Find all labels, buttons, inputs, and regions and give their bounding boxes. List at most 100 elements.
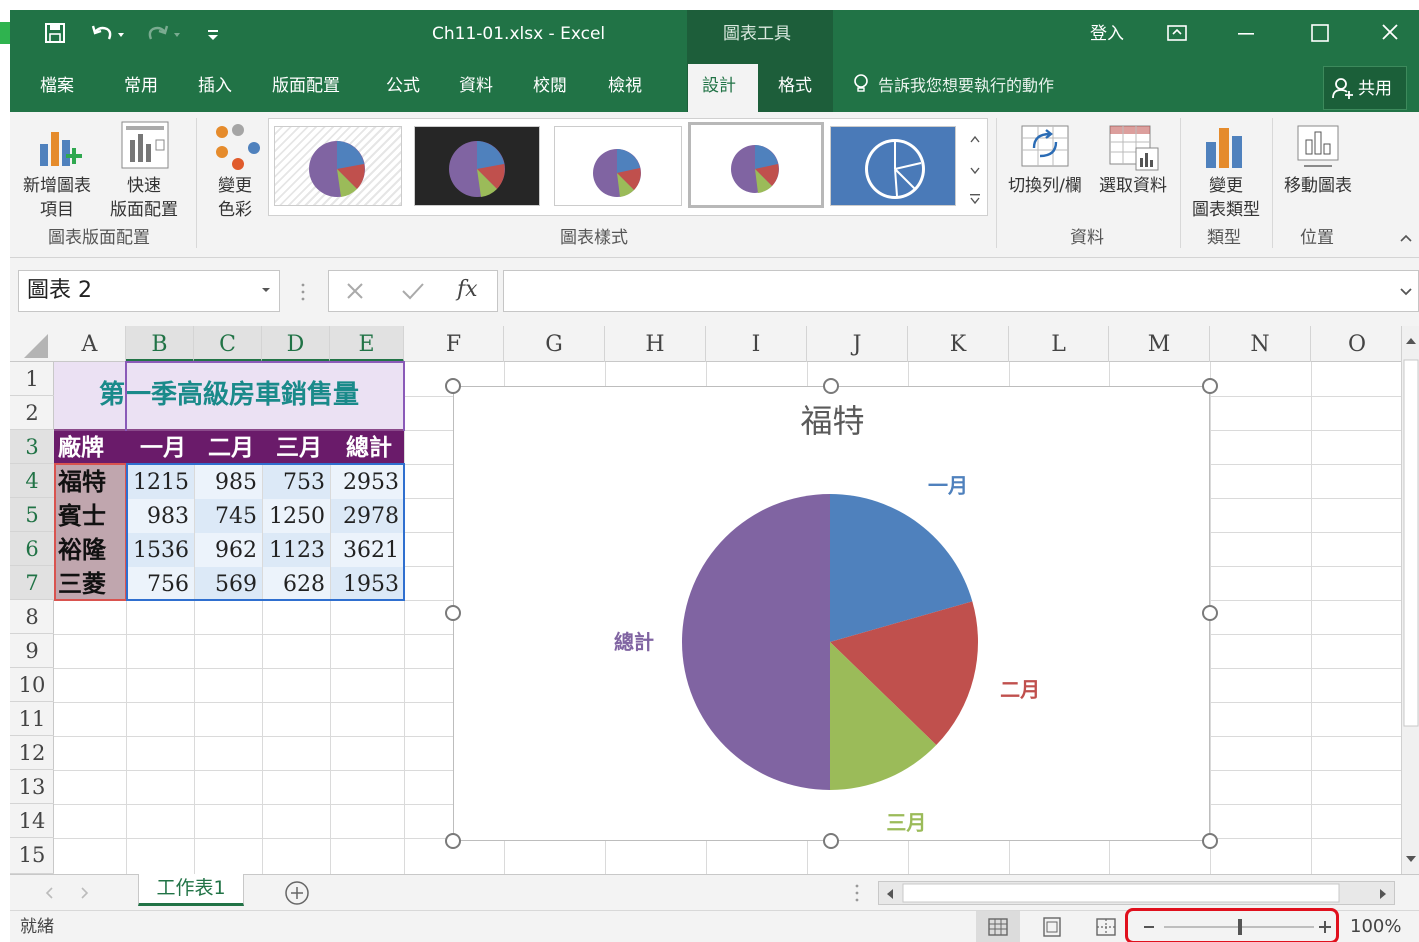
row-header-7[interactable]: 7	[10, 566, 54, 600]
normal-view-button[interactable]	[976, 911, 1020, 942]
sheet-tab[interactable]: 工作表1	[138, 874, 244, 906]
resize-handle[interactable]	[1202, 378, 1218, 394]
vertical-scrollbar[interactable]	[1401, 326, 1419, 874]
name-box[interactable]: 圖表 2	[18, 270, 280, 312]
save-icon[interactable]	[44, 22, 66, 50]
column-header-g[interactable]: G	[504, 326, 605, 362]
horizontal-scrollbar[interactable]	[878, 881, 1395, 905]
splitter-grip-icon[interactable]	[854, 883, 860, 907]
column-header-n[interactable]: N	[1210, 326, 1311, 362]
column-header-j[interactable]: J	[807, 326, 908, 362]
chart-style-3[interactable]	[554, 126, 682, 206]
expand-formula-icon[interactable]	[1398, 283, 1414, 303]
row-header-8[interactable]: 8	[10, 600, 54, 634]
row-header-13[interactable]: 13	[10, 770, 54, 804]
pie-data-label[interactable]: 一月	[928, 474, 968, 498]
resize-handle[interactable]	[1202, 833, 1218, 849]
page-break-preview-button[interactable]	[1084, 911, 1128, 942]
zoom-level[interactable]: 100%	[1350, 915, 1401, 939]
column-header-c[interactable]: C	[194, 326, 262, 362]
select-all-corner[interactable]	[10, 326, 54, 362]
undo-icon[interactable]	[90, 22, 126, 50]
tab-file[interactable]: 檔案	[40, 72, 74, 100]
row-header-11[interactable]: 11	[10, 702, 54, 736]
row-header-9[interactable]: 9	[10, 634, 54, 668]
column-header-f[interactable]: F	[404, 326, 504, 362]
column-header-a[interactable]: A	[54, 326, 126, 362]
row-header-3[interactable]: 3	[10, 430, 54, 464]
header-feb[interactable]: 二月	[208, 430, 254, 464]
column-header-h[interactable]: H	[605, 326, 706, 362]
change-colors-button[interactable]: 變更 色彩	[202, 116, 268, 220]
chart-style-4-selected[interactable]	[688, 122, 824, 208]
customize-toolbar-icon[interactable]	[206, 22, 220, 50]
maximize-icon[interactable]	[1310, 22, 1330, 50]
chart-title[interactable]: 福特	[454, 401, 1211, 441]
header-total[interactable]: 總計	[346, 430, 392, 464]
chevron-down-icon[interactable]	[259, 282, 273, 301]
resize-handle[interactable]	[445, 605, 461, 621]
column-header-d[interactable]: D	[262, 326, 330, 362]
row-header-15[interactable]: 15	[10, 838, 54, 874]
tab-data[interactable]: 資料	[459, 72, 493, 100]
change-chart-type-button[interactable]: 變更 圖表類型	[1182, 116, 1270, 220]
tell-me-search[interactable]: 告訴我您想要執行的動作	[878, 72, 1054, 100]
resize-handle[interactable]	[823, 833, 839, 849]
resize-handle[interactable]	[823, 378, 839, 394]
resize-handle[interactable]	[445, 833, 461, 849]
move-chart-button[interactable]: 移動圖表	[1276, 116, 1360, 220]
quick-layout-button[interactable]: 快速 版面配置	[98, 116, 190, 220]
tab-format[interactable]: 格式	[778, 72, 812, 100]
tab-insert[interactable]: 插入	[198, 72, 232, 100]
tab-review[interactable]: 校閱	[533, 72, 567, 100]
pie-chart[interactable]: 一月二月三月 總計 福特	[453, 386, 1210, 841]
column-header-e[interactable]: E	[330, 326, 404, 362]
column-header-k[interactable]: K	[908, 326, 1009, 362]
pie-slice[interactable]	[682, 494, 830, 790]
insert-function-icon[interactable]: fx	[457, 277, 478, 302]
tab-home[interactable]: 常用	[124, 72, 158, 100]
scroll-tabs-right-icon[interactable]	[80, 885, 90, 904]
scroll-tabs-left-icon[interactable]	[44, 885, 54, 904]
cancel-icon[interactable]	[345, 281, 365, 305]
select-data-button[interactable]: 選取資料	[1090, 116, 1176, 220]
row-header-12[interactable]: 12	[10, 736, 54, 770]
tab-view[interactable]: 檢視	[608, 72, 642, 100]
ribbon-display-options-icon[interactable]	[1166, 22, 1188, 50]
header-jan[interactable]: 一月	[140, 430, 186, 464]
column-header-o[interactable]: O	[1311, 326, 1404, 362]
pie-data-label[interactable]: 二月	[1000, 678, 1040, 702]
chart-style-2[interactable]	[414, 126, 540, 206]
enter-icon[interactable]	[401, 281, 425, 305]
row-header-2[interactable]: 2	[10, 396, 54, 430]
resize-handle[interactable]	[1202, 605, 1218, 621]
row-header-14[interactable]: 14	[10, 804, 54, 838]
tab-page-layout[interactable]: 版面配置	[272, 72, 340, 100]
page-layout-view-button[interactable]	[1030, 911, 1074, 942]
column-header-i[interactable]: I	[706, 326, 807, 362]
resize-handle[interactable]	[445, 378, 461, 394]
column-header-m[interactable]: M	[1109, 326, 1210, 362]
pie-data-label[interactable]: 總計	[614, 630, 654, 654]
row-header-10[interactable]: 10	[10, 668, 54, 702]
formula-input[interactable]	[503, 270, 1419, 312]
switch-row-column-button[interactable]: 切換列/欄	[1002, 116, 1088, 220]
chart-style-5[interactable]	[830, 126, 956, 206]
pie-data-label[interactable]: 三月	[886, 810, 926, 834]
row-header-6[interactable]: 6	[10, 532, 54, 566]
chart-style-1[interactable]	[274, 126, 402, 206]
column-header-l[interactable]: L	[1009, 326, 1109, 362]
collapse-ribbon-icon[interactable]	[1398, 230, 1414, 250]
gallery-scroll[interactable]	[966, 120, 984, 212]
tab-formulas[interactable]: 公式	[386, 72, 420, 100]
column-header-b[interactable]: B	[126, 326, 194, 362]
header-brand[interactable]: 廠牌	[58, 430, 104, 464]
signin-link[interactable]: 登入	[1090, 21, 1124, 47]
formula-bar-grip-icon[interactable]	[300, 282, 306, 306]
share-button[interactable]: 共用	[1323, 66, 1407, 110]
close-icon[interactable]	[1380, 22, 1400, 50]
tab-design[interactable]: 設計	[688, 64, 758, 112]
header-mar[interactable]: 三月	[276, 430, 322, 464]
minimize-icon[interactable]	[1236, 22, 1256, 50]
add-chart-element-button[interactable]: 新增圖表 項目	[14, 116, 100, 220]
